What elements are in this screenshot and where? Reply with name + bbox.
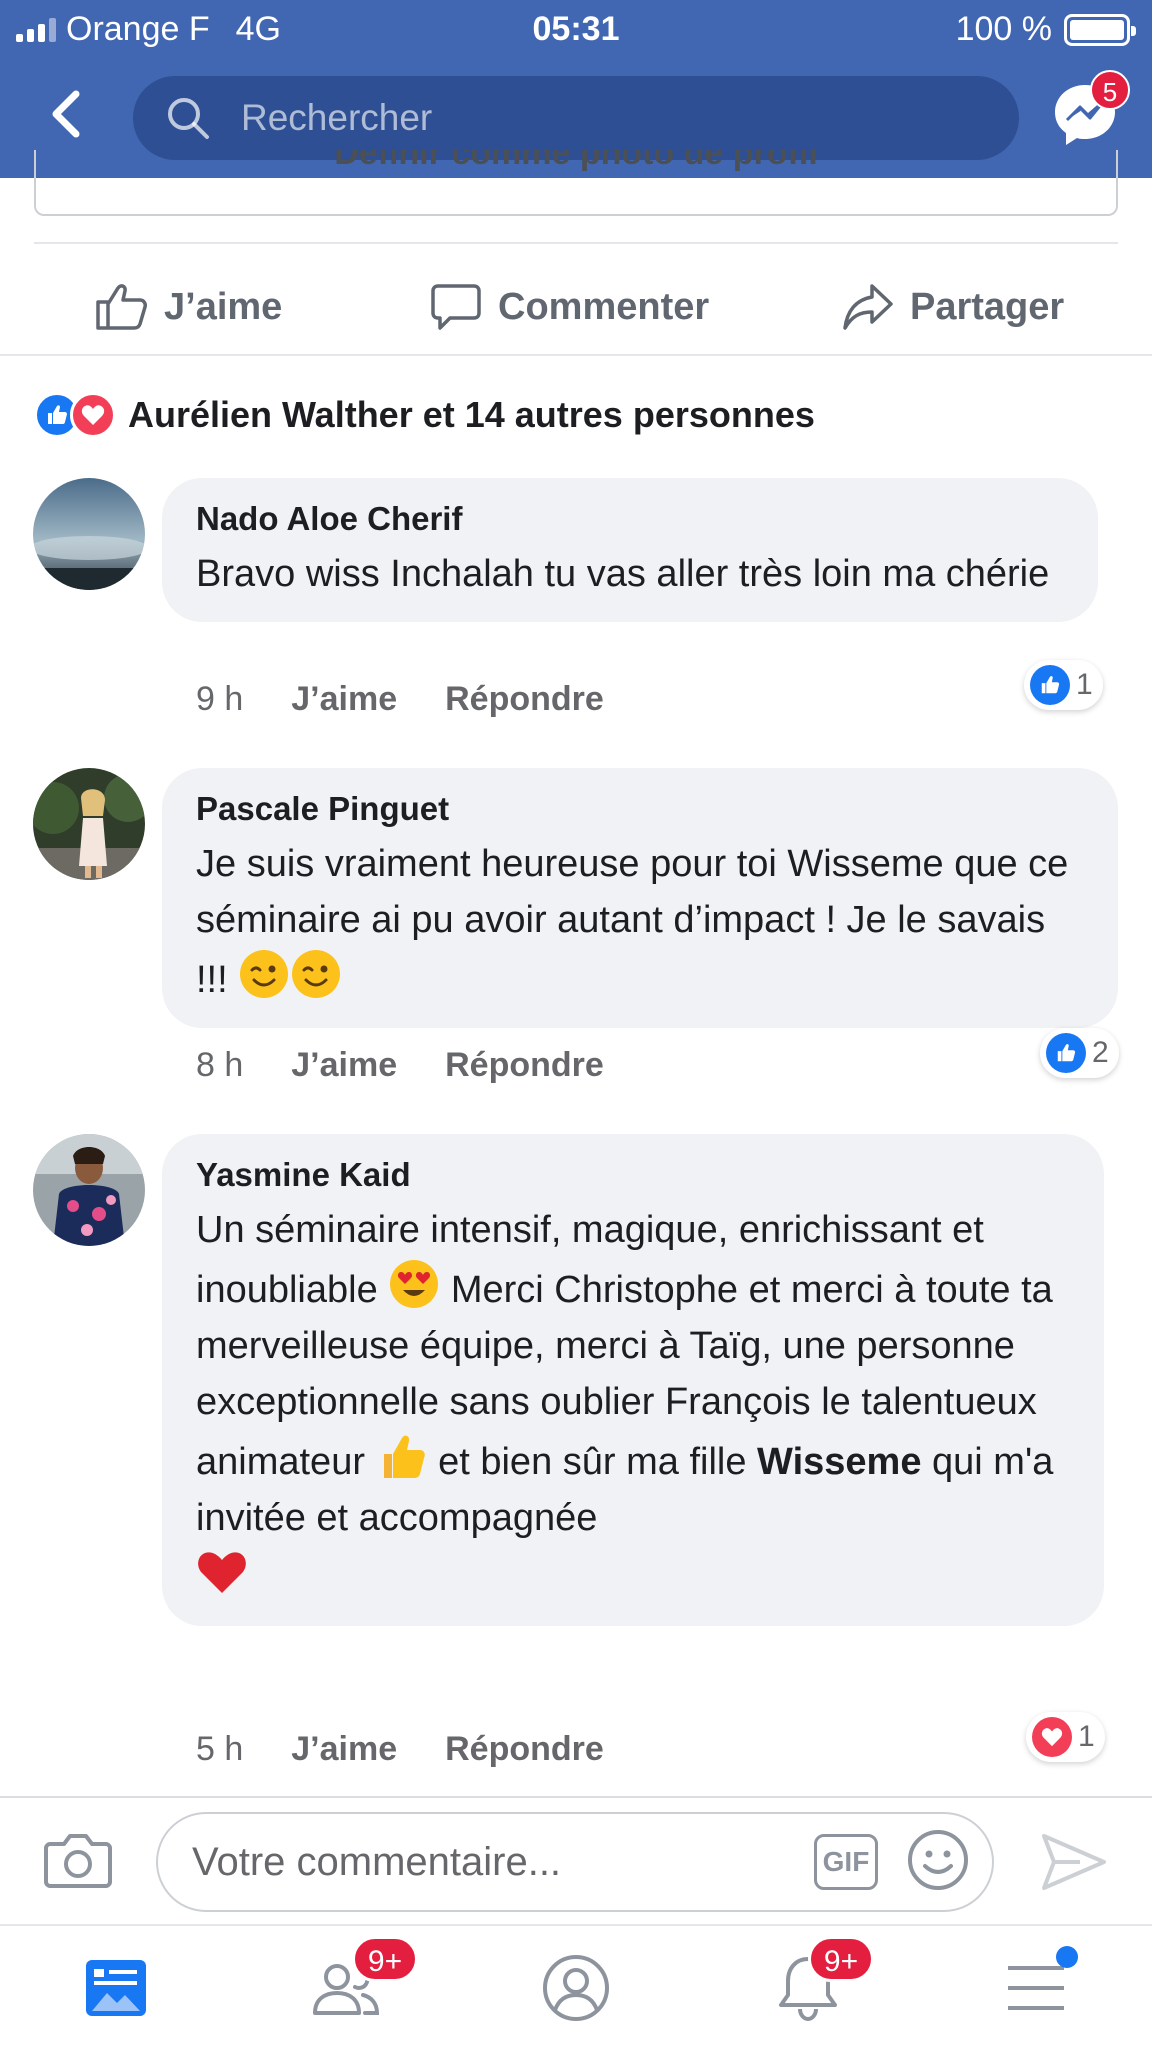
comment-reaction-count[interactable]: 1 — [1026, 1712, 1105, 1762]
avatar[interactable] — [33, 768, 145, 880]
divider — [0, 354, 1152, 356]
share-label: Partager — [910, 285, 1065, 328]
comment-meta: 9 h J’aime Répondre — [196, 680, 604, 719]
comment-meta: 8 h J’aime Répondre — [196, 1046, 604, 1085]
comment-author[interactable]: Yasmine Kaid — [196, 1156, 1070, 1194]
comment-like-button[interactable]: J’aime — [291, 1046, 397, 1085]
comment-author[interactable]: Pascale Pinguet — [196, 790, 1084, 828]
divider — [0, 1796, 1152, 1798]
like-button[interactable]: J’aime — [94, 260, 282, 354]
comment-time: 8 h — [196, 1046, 244, 1084]
comment-icon — [431, 284, 481, 330]
gif-button[interactable]: GIF — [814, 1834, 878, 1890]
comment-meta: 5 h J’aime Répondre — [196, 1730, 604, 1769]
tab-news-feed[interactable] — [76, 1948, 156, 2028]
set-profile-photo-label: Définir comme photo de profil — [334, 150, 818, 172]
smiley-icon — [908, 1829, 968, 1890]
messenger-badge: 5 — [1090, 70, 1130, 110]
reactions-names: Aurélien Walther et 14 autres personnes — [128, 394, 815, 435]
comment-text-part: et bien sûr ma fille — [438, 1441, 747, 1483]
comment-time: 5 h — [196, 1730, 244, 1768]
send-button[interactable] — [1040, 1832, 1108, 1897]
reaction-count-value: 1 — [1078, 1720, 1095, 1753]
camera-icon — [44, 1834, 112, 1888]
avatar[interactable] — [33, 478, 145, 590]
battery-icon — [1064, 13, 1136, 46]
comment-like-button[interactable]: J’aime — [291, 1730, 397, 1769]
comment-time: 9 h — [196, 680, 244, 718]
divider — [0, 1924, 1152, 1926]
share-button[interactable]: Partager — [842, 260, 1064, 354]
like-label: J’aime — [164, 285, 283, 328]
comment-reaction-count[interactable]: 2 — [1040, 1028, 1119, 1078]
search-icon — [168, 98, 209, 139]
love-reaction-icon — [1032, 1717, 1072, 1757]
reaction-count-value: 1 — [1076, 668, 1093, 701]
comment-text: Un séminaire intensif, magique, enrichis… — [196, 1202, 1070, 1606]
mention-link[interactable]: Wisseme — [757, 1441, 921, 1483]
menu-indicator-dot — [1056, 1946, 1078, 1968]
comment-bubble[interactable]: Yasmine Kaid Un séminaire intensif, magi… — [162, 1134, 1104, 1626]
red-heart-emoji-icon — [198, 1552, 246, 1593]
comment-reply-button[interactable]: Répondre — [445, 1730, 604, 1769]
comment-bubble[interactable]: Pascale Pinguet Je suis vraiment heureus… — [162, 768, 1118, 1028]
comment-author[interactable]: Nado Aloe Cherif — [196, 500, 1064, 538]
thumbs-up-emoji-icon — [383, 1435, 425, 1478]
comment-reply-button[interactable]: Répondre — [445, 1046, 604, 1085]
comment-text: Je suis vraiment heureuse pour toi Wisse… — [196, 836, 1084, 1008]
comment-placeholder: Votre commentaire... — [192, 1839, 562, 1884]
profile-icon — [543, 1955, 609, 2021]
search-placeholder: Rechercher — [241, 97, 433, 138]
gif-label: GIF — [822, 1846, 870, 1877]
send-icon — [1042, 1834, 1106, 1890]
tab-profile[interactable] — [536, 1948, 616, 2028]
camera-button[interactable] — [44, 1830, 112, 1895]
divider — [34, 242, 1118, 244]
comment-bubble[interactable]: Nado Aloe Cherif Bravo wiss Inchalah tu … — [162, 478, 1098, 622]
thumbs-up-icon — [96, 284, 147, 330]
search-input[interactable]: Rechercher — [133, 76, 1019, 160]
like-reaction-icon — [1046, 1033, 1086, 1073]
share-icon — [843, 284, 893, 330]
comment-reaction-count[interactable]: 1 — [1024, 660, 1103, 710]
friends-badge: 9+ — [352, 1936, 418, 1982]
menu-icon — [1008, 1966, 1064, 2010]
heart-eyes-emoji-icon — [390, 1260, 439, 1308]
wink-emoji-icon — [238, 950, 342, 1001]
comment-label: Commenter — [498, 285, 710, 328]
back-button[interactable] — [40, 84, 100, 144]
reactions-summary[interactable]: Aurélien Walther et 14 autres personnes — [34, 390, 815, 440]
header-nav: Rechercher 5 — [0, 70, 1152, 162]
comment-reply-button[interactable]: Répondre — [445, 680, 604, 719]
love-reaction-icon — [70, 392, 116, 438]
set-profile-photo-button[interactable]: Définir comme photo de profil — [34, 150, 1118, 216]
comment-like-button[interactable]: J’aime — [291, 680, 397, 719]
news-feed-icon — [86, 1960, 146, 2016]
back-arrow-icon — [52, 90, 80, 138]
like-reaction-icon — [1030, 665, 1070, 705]
post-actions: J’aime Commenter Partager — [0, 260, 1152, 354]
comment-input[interactable]: Votre commentaire... GIF — [156, 1812, 994, 1912]
comment-button[interactable]: Commenter — [430, 260, 709, 354]
emoji-button[interactable] — [906, 1828, 970, 1897]
comment-text: Bravo wiss Inchalah tu vas aller très lo… — [196, 553, 1050, 595]
status-bar: Orange F 4G 05:31 100 % — [0, 0, 1152, 58]
avatar[interactable] — [33, 1134, 145, 1246]
notifications-badge: 9+ — [808, 1936, 874, 1982]
reaction-count-value: 2 — [1092, 1036, 1109, 1069]
battery-percent: 100 % — [955, 10, 1052, 48]
